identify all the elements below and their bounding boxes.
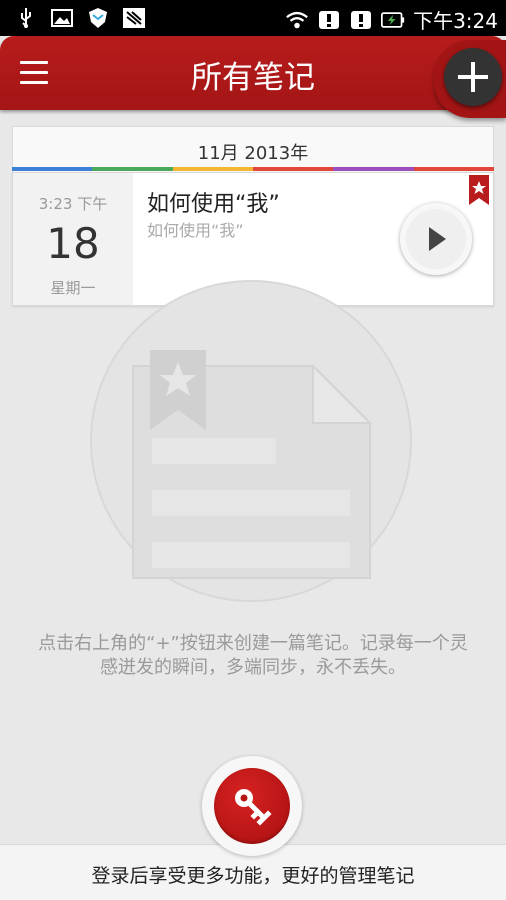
play-button[interactable] [400, 203, 472, 275]
app-icon [122, 6, 146, 30]
page-title: 所有笔记 [191, 60, 315, 96]
shield-icon [86, 6, 110, 30]
key-icon [235, 789, 272, 826]
status-bar: 下午3:24 [0, 0, 506, 36]
image-icon [50, 6, 74, 30]
login-label: 登录后享受更多功能，更好的管理笔记 [91, 865, 415, 887]
bookmark-star-icon [469, 175, 489, 205]
login-button[interactable] [214, 768, 290, 844]
color-strip [12, 167, 494, 171]
note-title: 如何使用“我” [147, 192, 280, 217]
alert-icon [349, 8, 373, 32]
note-day: 18 [46, 219, 100, 268]
note-snippet: 如何使用“我” [147, 221, 244, 240]
empty-state-hint: 点击右上角的“+”按钮来创建一篇笔记。记录每一个灵感迸发的瞬间，多端同步，永不丢… [38, 633, 468, 678]
alert-icon [317, 8, 341, 32]
app-header: 所有笔记 [0, 36, 506, 110]
month-label: 11月 2013年 [197, 143, 309, 164]
wifi-icon [285, 8, 309, 32]
empty-notes-illustration [90, 280, 412, 602]
month-header: 11月 2013年 [12, 126, 494, 172]
note-time: 3:23 下午 [38, 195, 108, 213]
status-time: 下午3:24 [413, 9, 498, 33]
usb-icon [14, 6, 38, 30]
add-note-button[interactable] [444, 48, 502, 106]
battery-charging-icon [381, 8, 405, 32]
